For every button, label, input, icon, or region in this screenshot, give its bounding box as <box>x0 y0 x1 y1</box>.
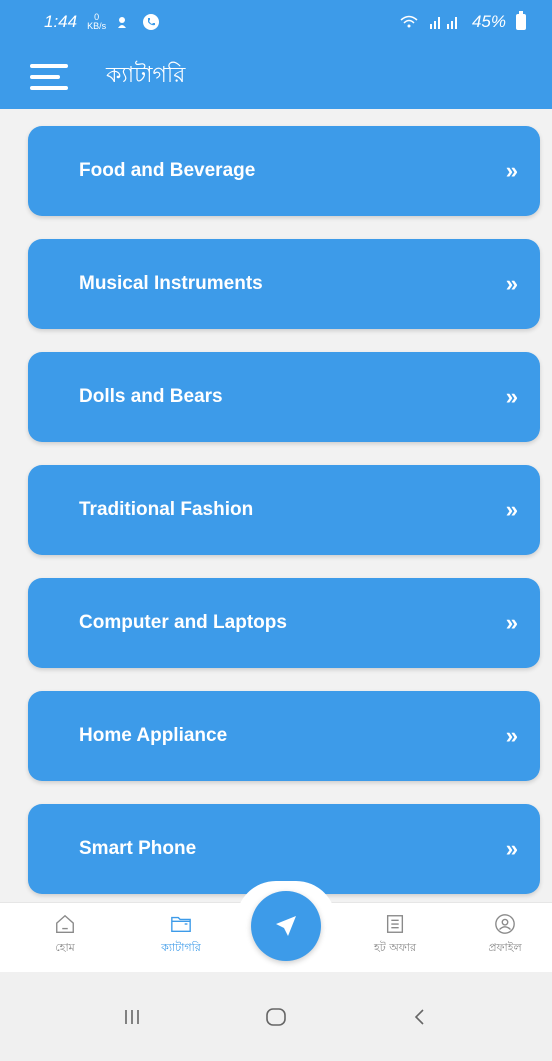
status-bar: 1:44 0 KB/s 45% <box>0 0 552 44</box>
category-label: Musical Instruments <box>79 273 263 294</box>
double-chevron-right-icon: » <box>505 271 518 296</box>
bottom-nav: হোম ক্যাটাগরি হট অফার প্রফাইল <box>0 881 552 972</box>
list-icon <box>386 915 404 933</box>
status-time: 1:44 <box>44 12 78 31</box>
category-item-traditional-fashion[interactable]: Traditional Fashion » <box>28 465 540 555</box>
phone-call-icon <box>143 14 160 30</box>
category-label: Computer and Laptops <box>79 612 287 633</box>
category-label: Home Appliance <box>79 725 228 746</box>
battery-icon <box>516 11 526 30</box>
wifi-icon <box>400 15 418 28</box>
category-item-computer-and-laptops[interactable]: Computer and Laptops » <box>28 578 540 668</box>
nav-category-label: ক্যাটাগরি <box>161 941 201 954</box>
double-chevron-right-icon: » <box>505 384 518 409</box>
back-button[interactable] <box>390 992 450 1042</box>
category-label: Traditional Fashion <box>79 499 254 520</box>
send-button[interactable] <box>251 891 321 961</box>
home-system-button[interactable] <box>246 992 306 1042</box>
recent-apps-button[interactable] <box>102 992 162 1042</box>
category-item-dolls-and-bears[interactable]: Dolls and Bears » <box>28 352 540 442</box>
double-chevron-right-icon: » <box>505 158 518 183</box>
nav-home[interactable]: হোম <box>20 913 110 958</box>
signal-icon <box>429 17 457 29</box>
category-label: Smart Phone <box>79 838 197 859</box>
send-icon <box>276 916 296 936</box>
category-item-food-and-beverage[interactable]: Food and Beverage » <box>28 126 540 216</box>
user-circle-icon <box>495 914 515 934</box>
nav-profile-label: প্রফাইল <box>488 941 522 954</box>
home-icon <box>56 914 74 933</box>
page-title: ক্যাটাগরি <box>106 63 186 88</box>
double-chevron-right-icon: » <box>505 610 518 635</box>
nav-category[interactable]: ক্যাটাগরি <box>136 913 226 958</box>
app-bar: ক্যাটাগরি <box>0 44 552 109</box>
net-speed-unit: KB/s <box>87 21 107 31</box>
nav-profile[interactable]: প্রফাইল <box>460 913 550 958</box>
double-chevron-right-icon: » <box>505 497 518 522</box>
nav-hot-offer[interactable]: হট অফার <box>350 913 440 958</box>
category-label: Dolls and Bears <box>79 386 223 407</box>
back-icon <box>414 1008 424 1025</box>
hamburger-icon[interactable] <box>30 63 68 90</box>
status-left: 1:44 0 KB/s <box>44 12 160 32</box>
system-nav-bar <box>0 972 552 1061</box>
category-item-musical-instruments[interactable]: Musical Instruments » <box>28 239 540 329</box>
net-speed: 0 KB/s <box>87 13 106 31</box>
notification-icon <box>118 17 127 28</box>
folder-icon <box>171 916 191 933</box>
nav-hot-offer-label: হট অফার <box>373 941 417 954</box>
category-item-home-appliance[interactable]: Home Appliance » <box>28 691 540 781</box>
double-chevron-right-icon: » <box>505 723 518 748</box>
category-label: Food and Beverage <box>79 160 256 181</box>
status-right: 45% <box>400 11 526 32</box>
double-chevron-right-icon: » <box>505 836 518 861</box>
category-list[interactable]: Food and Beverage » Musical Instruments … <box>0 109 552 902</box>
home-system-icon <box>266 1007 286 1026</box>
recent-apps-icon <box>125 1009 139 1024</box>
battery-percent: 45% <box>471 12 506 31</box>
nav-home-label: হোম <box>55 941 75 954</box>
